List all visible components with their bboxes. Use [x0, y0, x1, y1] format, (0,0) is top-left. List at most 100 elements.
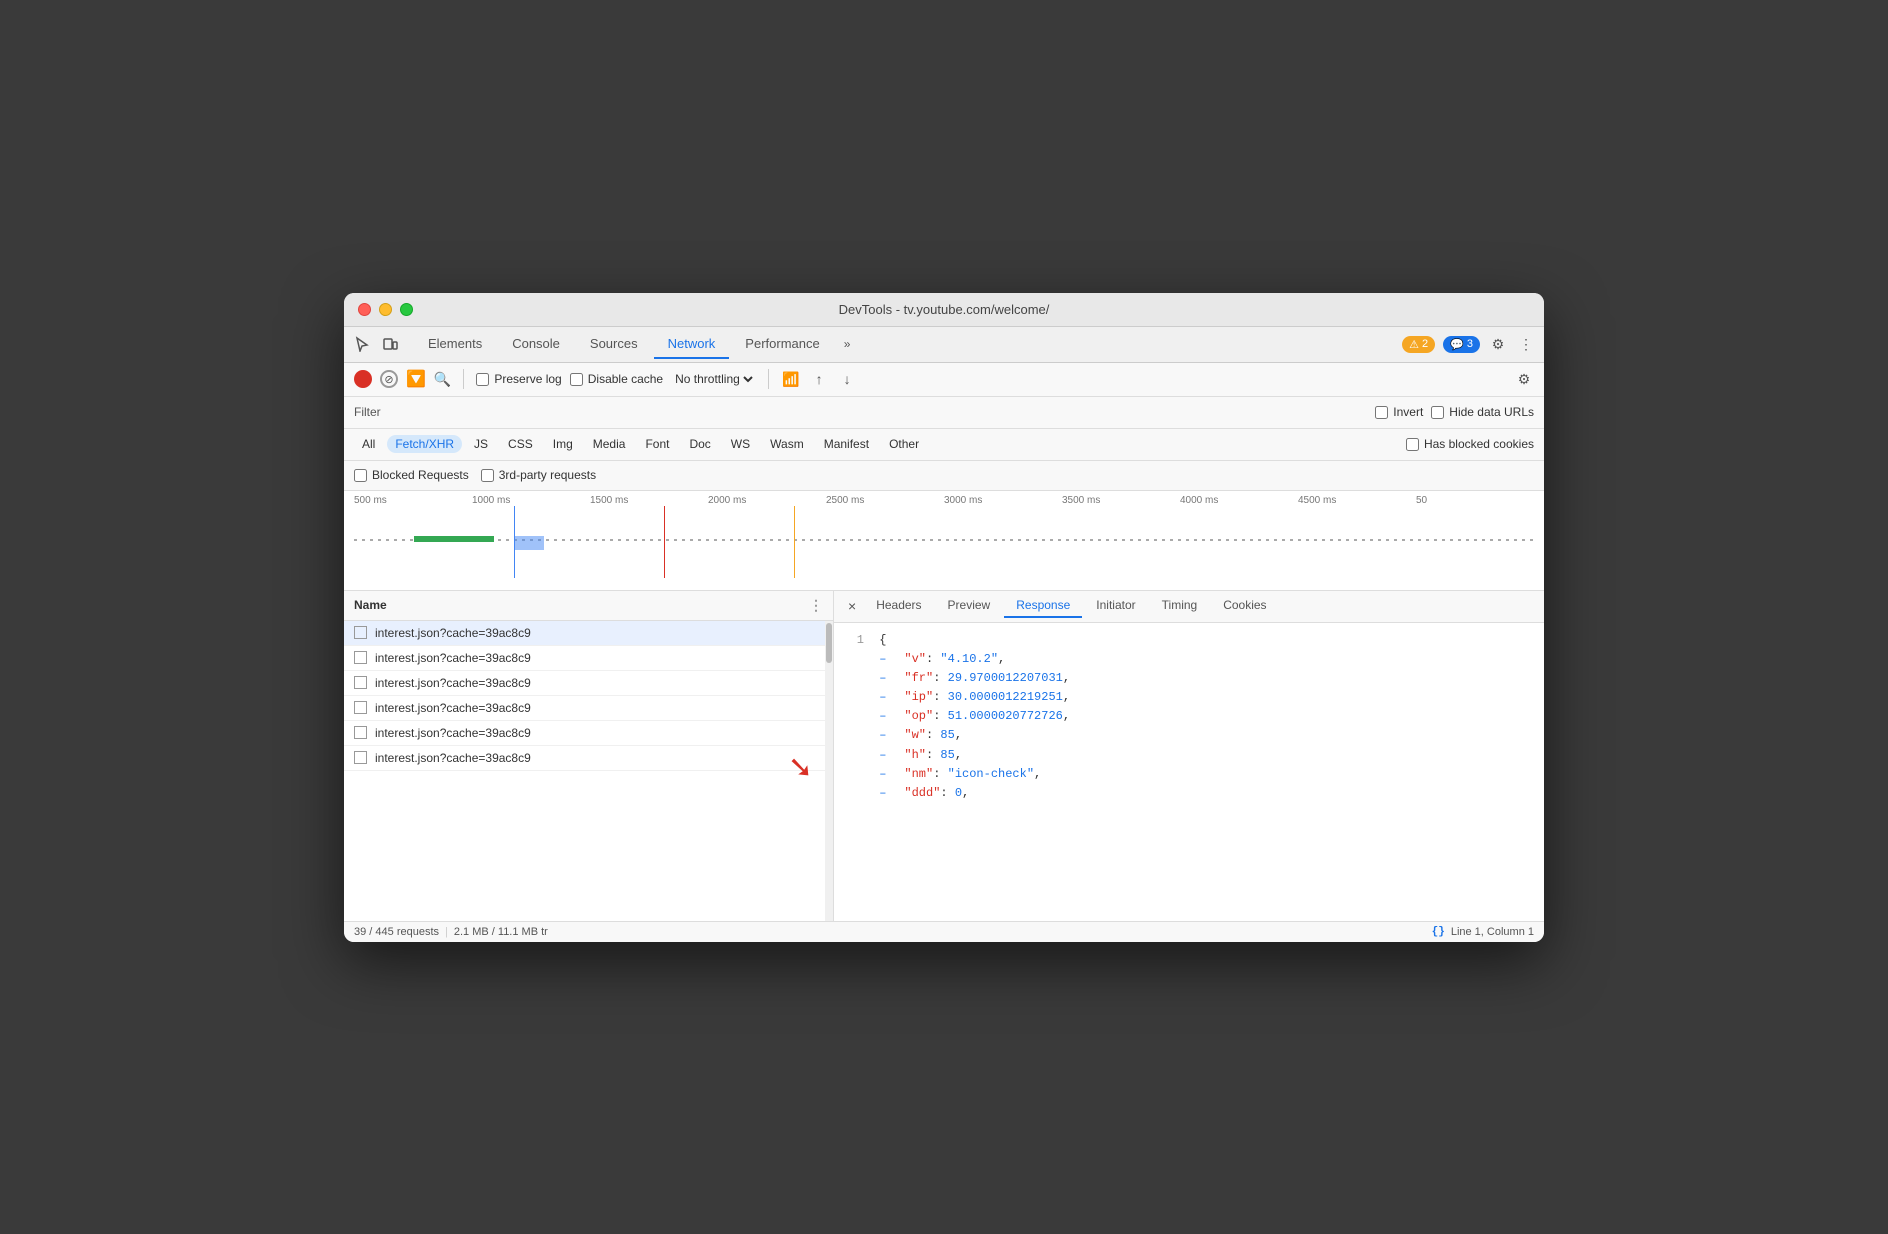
blocked-requests-checkbox[interactable]: Blocked Requests [354, 468, 469, 482]
message-badge[interactable]: 💬 3 [1443, 336, 1480, 353]
cursor-icon[interactable] [352, 334, 372, 354]
settings-gear[interactable]: ⚙ [1514, 369, 1534, 389]
code-line-ip: – "ip": 30.0000012219251, [844, 688, 1534, 707]
request-row-6[interactable]: interest.json?cache=39ac8c9 ➘ [344, 746, 833, 771]
collapse-op[interactable]: – [879, 707, 891, 726]
type-btn-js[interactable]: JS [466, 435, 496, 453]
format-button[interactable]: {} [1432, 926, 1445, 938]
maximize-button[interactable] [400, 303, 413, 316]
record-button[interactable] [354, 370, 372, 388]
ruler-3500: 3500 ms [1062, 495, 1180, 506]
divider-1 [463, 369, 464, 389]
third-party-checkbox[interactable]: 3rd-party requests [481, 468, 596, 482]
collapse-v[interactable]: – [879, 650, 891, 669]
code-line-1: 1 { [844, 631, 1534, 650]
panel-tab-response[interactable]: Response [1004, 594, 1082, 618]
download-icon[interactable]: ↓ [837, 369, 857, 389]
close-button[interactable] [358, 303, 371, 316]
tab-performance[interactable]: Performance [731, 330, 833, 359]
filter-label: Filter [354, 405, 381, 419]
tab-more[interactable]: » [836, 331, 859, 357]
type-btn-fetch[interactable]: Fetch/XHR [387, 435, 462, 453]
type-btn-doc[interactable]: Doc [681, 435, 718, 453]
collapse-h[interactable]: – [879, 746, 891, 765]
window-title: DevTools - tv.youtube.com/welcome/ [839, 302, 1050, 317]
close-panel-button[interactable]: × [842, 598, 862, 614]
collapse-fr[interactable]: – [879, 669, 891, 688]
panel-tab-timing[interactable]: Timing [1150, 594, 1210, 618]
panel-tab-cookies[interactable]: Cookies [1211, 594, 1278, 618]
response-content[interactable]: 1 { – "v": "4.10.2", – "fr": 29.97000122… [834, 623, 1544, 921]
ruler-4000: 4000 ms [1180, 495, 1298, 506]
device-icon[interactable] [380, 334, 400, 354]
has-blocked-cookies[interactable]: Has blocked cookies [1406, 437, 1534, 451]
collapse-ddd[interactable]: – [879, 784, 891, 803]
filter-icon[interactable]: 🔽 [406, 369, 426, 389]
hide-data-urls-checkbox[interactable]: Hide data URLs [1431, 405, 1534, 419]
wifi-icon[interactable]: 📶 [781, 369, 801, 389]
more-icon[interactable]: ⋮ [1516, 334, 1536, 354]
request-row-2[interactable]: interest.json?cache=39ac8c9 [344, 646, 833, 671]
request-row-1[interactable]: interest.json?cache=39ac8c9 [344, 621, 833, 646]
ruler-2000: 2000 ms [708, 495, 826, 506]
code-line-ddd: – "ddd": 0, [844, 784, 1534, 803]
req-checkbox-4[interactable] [354, 701, 367, 714]
ruler-2500: 2500 ms [826, 495, 944, 506]
code-line-v: – "v": "4.10.2", [844, 650, 1534, 669]
timeline-chart[interactable] [354, 506, 1534, 578]
arrow-annotation: ➘ [788, 750, 813, 785]
req-name-3: interest.json?cache=39ac8c9 [375, 676, 531, 690]
timeline-red-line [664, 506, 665, 578]
type-btn-media[interactable]: Media [585, 435, 634, 453]
scrollbar[interactable] [825, 621, 833, 921]
req-checkbox-3[interactable] [354, 676, 367, 689]
minimize-button[interactable] [379, 303, 392, 316]
collapse-ip[interactable]: – [879, 688, 891, 707]
tab-console[interactable]: Console [498, 330, 574, 359]
tab-elements[interactable]: Elements [414, 330, 496, 359]
invert-checkbox[interactable]: Invert [1375, 405, 1423, 419]
line-num-1: 1 [844, 631, 864, 650]
ruler-500: 500 ms [354, 495, 472, 506]
settings-icon[interactable]: ⚙ [1488, 334, 1508, 354]
request-list-header: Name ⋮ [344, 591, 833, 621]
type-btn-wasm[interactable]: Wasm [762, 435, 812, 453]
req-checkbox-5[interactable] [354, 726, 367, 739]
warning-badge[interactable]: ⚠ 2 [1402, 336, 1435, 353]
tab-network[interactable]: Network [654, 330, 730, 359]
upload-icon[interactable]: ↑ [809, 369, 829, 389]
search-icon[interactable]: 🔍 [434, 371, 451, 388]
code-line-fr: – "fr": 29.9700012207031, [844, 669, 1534, 688]
collapse-nm[interactable]: – [879, 765, 891, 784]
request-row-4[interactable]: interest.json?cache=39ac8c9 [344, 696, 833, 721]
panel-tab-initiator[interactable]: Initiator [1084, 594, 1147, 618]
panel-tab-headers[interactable]: Headers [864, 594, 933, 618]
req-checkbox-1[interactable] [354, 626, 367, 639]
req-name-5: interest.json?cache=39ac8c9 [375, 726, 531, 740]
clear-button[interactable]: ⊘ [380, 370, 398, 388]
req-name-2: interest.json?cache=39ac8c9 [375, 651, 531, 665]
disable-cache-checkbox[interactable]: Disable cache [570, 372, 663, 386]
code-line-nm: – "nm": "icon-check", [844, 765, 1534, 784]
req-checkbox-6[interactable] [354, 751, 367, 764]
type-btn-img[interactable]: Img [545, 435, 581, 453]
collapse-w[interactable]: – [879, 726, 891, 745]
request-row-5[interactable]: interest.json?cache=39ac8c9 [344, 721, 833, 746]
devtools-tab-bar: Elements Console Sources Network Perform… [344, 327, 1544, 363]
devtools-left-icons [352, 334, 400, 354]
type-btn-ws[interactable]: WS [723, 435, 758, 453]
type-btn-css[interactable]: CSS [500, 435, 541, 453]
type-btn-manifest[interactable]: Manifest [816, 435, 877, 453]
tab-sources[interactable]: Sources [576, 330, 652, 359]
panel-tab-preview[interactable]: Preview [936, 594, 1003, 618]
type-btn-other[interactable]: Other [881, 435, 927, 453]
throttle-select[interactable]: No throttling Fast 3G Slow 3G [671, 371, 756, 387]
timeline-ruler: 500 ms 1000 ms 1500 ms 2000 ms 2500 ms 3… [344, 491, 1544, 506]
timeline-area: 500 ms 1000 ms 1500 ms 2000 ms 2500 ms 3… [344, 491, 1544, 591]
req-checkbox-2[interactable] [354, 651, 367, 664]
type-btn-font[interactable]: Font [637, 435, 677, 453]
type-btn-all[interactable]: All [354, 435, 383, 453]
preserve-log-checkbox[interactable]: Preserve log [476, 372, 561, 386]
warn-count: 2 [1422, 338, 1428, 350]
request-row-3[interactable]: interest.json?cache=39ac8c9 [344, 671, 833, 696]
